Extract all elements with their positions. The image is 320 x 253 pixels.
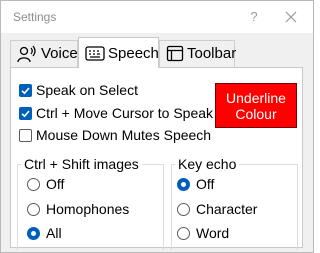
key-echo-off-label: Off xyxy=(196,176,215,192)
tab-toolbar[interactable]: Toolbar xyxy=(159,40,237,67)
images-homophones-label: Homophones xyxy=(46,201,130,217)
ctrl-shift-images-title: Ctrl + Shift images xyxy=(21,156,142,172)
check-icon xyxy=(21,87,30,95)
mouse-down-mutes-label: Mouse Down Mutes Speech xyxy=(36,127,212,143)
tab-voice[interactable]: Voice xyxy=(10,40,78,67)
person-speaking-icon xyxy=(17,45,37,67)
checkbox-checked[interactable] xyxy=(19,84,32,97)
ctrl-move-cursor-label: Ctrl + Move Cursor to Speak xyxy=(36,105,214,121)
check-icon xyxy=(21,110,30,118)
radio-button[interactable] xyxy=(177,227,190,240)
title-bar: Settings ? xyxy=(1,1,313,33)
speak-on-select-label: Speak on Select xyxy=(36,82,138,98)
key-echo-word-label: Word xyxy=(196,225,230,241)
tab-toolbar-label: Toolbar xyxy=(187,45,237,62)
radio-button[interactable] xyxy=(27,178,40,191)
images-off-label: Off xyxy=(46,176,65,192)
underline-colour-button[interactable]: Underline Colour xyxy=(215,83,297,128)
underline-colour-line2: Colour xyxy=(235,105,277,122)
radio-button-selected[interactable] xyxy=(177,178,190,191)
keyboard-speech-icon xyxy=(85,45,105,67)
checkbox-checked[interactable] xyxy=(19,107,32,120)
radio-button-selected[interactable] xyxy=(27,227,40,240)
underline-colour-line1: Underline xyxy=(226,89,286,106)
radio-button[interactable] xyxy=(27,203,40,216)
window-icon xyxy=(166,45,184,67)
tab-voice-label: Voice xyxy=(41,45,78,62)
checkbox-unchecked[interactable] xyxy=(19,129,32,142)
window-title: Settings xyxy=(13,10,57,24)
tab-speech[interactable]: Speech xyxy=(78,37,159,68)
close-icon xyxy=(285,11,297,23)
settings-window: Settings ? Voice Speech Toolbar Speak on… xyxy=(0,0,314,253)
radio-button[interactable] xyxy=(177,203,190,216)
help-button[interactable]: ? xyxy=(247,9,261,24)
key-echo-character-label: Character xyxy=(196,201,258,217)
speech-panel: Speak on Select Ctrl + Move Cursor to Sp… xyxy=(10,67,303,250)
key-echo-title: Key echo xyxy=(175,156,240,172)
images-all-label: All xyxy=(46,225,62,241)
tab-speech-label: Speech xyxy=(108,45,159,62)
close-button[interactable] xyxy=(280,9,302,27)
